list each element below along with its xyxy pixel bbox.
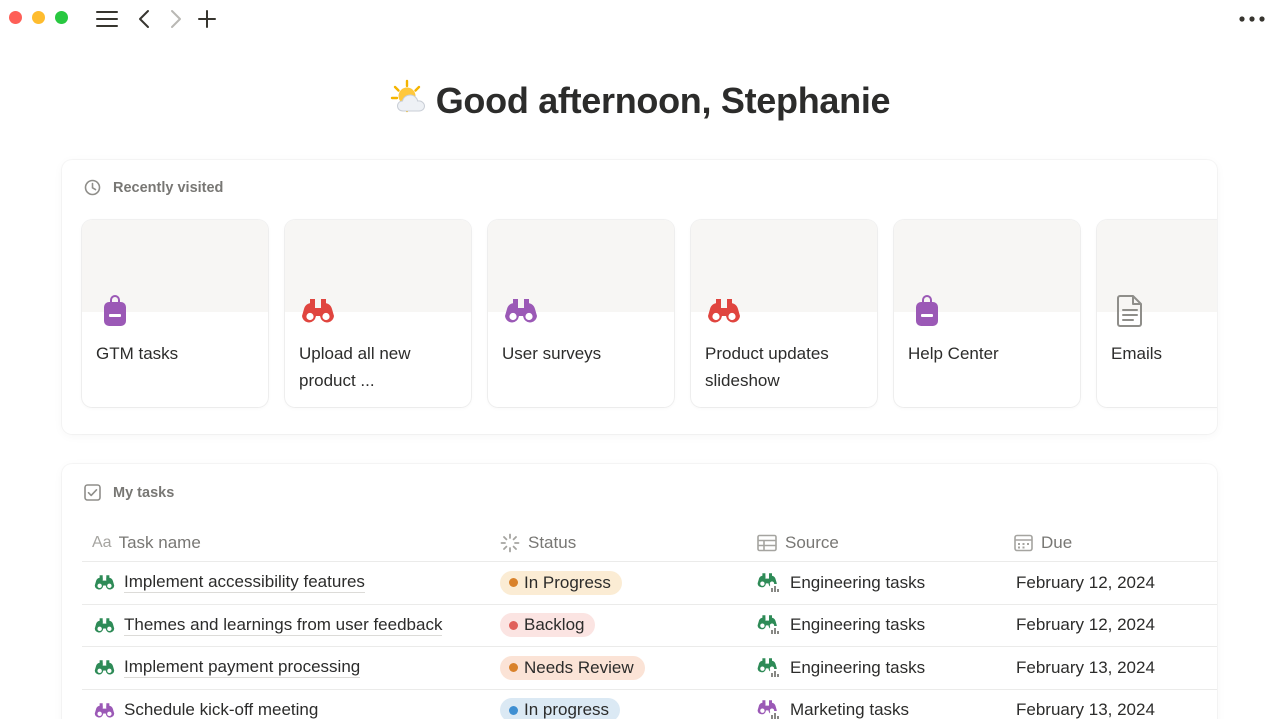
source-link[interactable]: Engineering tasks: [790, 573, 925, 593]
task-name-link[interactable]: Implement accessibility features: [124, 572, 365, 594]
recent-card-product-updates[interactable]: Product updates slideshow: [691, 220, 877, 407]
binoculars-icon: [94, 659, 115, 676]
hamburger-menu-icon[interactable]: [95, 7, 119, 31]
table-row[interactable]: Schedule kick-off meeting In progress Ma…: [82, 690, 1217, 719]
recent-card-gtm-tasks[interactable]: GTM tasks: [82, 220, 268, 407]
table-header: Aa Task name Status Source Due: [82, 524, 1217, 562]
due-date: February 12, 2024: [1016, 572, 1155, 592]
backpack-icon: [98, 294, 132, 328]
source-link[interactable]: Engineering tasks: [790, 615, 925, 635]
binoculars-icon: [757, 657, 781, 679]
recent-card-title: Upload all new product ...: [299, 344, 411, 390]
table-row[interactable]: Themes and learnings from user feedback …: [82, 605, 1217, 647]
binoculars-icon: [94, 617, 115, 634]
checkbox-icon: [84, 484, 101, 501]
status-property-icon: [500, 533, 520, 552]
greeting-text: Good afternoon, Stephanie: [435, 80, 891, 121]
binoculars-icon: [504, 294, 538, 328]
status-badge[interactable]: Backlog: [500, 613, 596, 638]
status-badge[interactable]: In Progress: [500, 570, 622, 595]
recent-card-title: GTM tasks: [96, 344, 179, 363]
recent-card-emails[interactable]: Emails: [1097, 220, 1217, 407]
my-tasks-section: My tasks Aa Task name Status Source Due: [62, 464, 1217, 719]
binoculars-icon: [94, 574, 115, 591]
table-row[interactable]: Implement payment processing Needs Revie…: [82, 647, 1217, 690]
recent-card-upload-product[interactable]: Upload all new product ...: [285, 220, 471, 407]
my-tasks-title: My tasks: [113, 484, 175, 501]
binoculars-icon: [757, 572, 781, 594]
status-badge[interactable]: In progress: [500, 698, 621, 719]
status-dot: [509, 578, 518, 588]
recently-visited-header: Recently visited: [84, 179, 223, 196]
binoculars-icon: [757, 699, 781, 719]
title-bar: [0, 0, 1280, 40]
column-header-source[interactable]: Source: [757, 533, 1014, 553]
backpack-icon: [910, 294, 944, 328]
my-tasks-header: My tasks: [84, 484, 174, 501]
zoom-window-button[interactable]: [55, 11, 68, 24]
status-dot: [509, 620, 518, 630]
due-date: February 13, 2024: [1016, 657, 1155, 677]
recent-card-title: Emails: [1111, 344, 1163, 363]
due-date: February 13, 2024: [1016, 700, 1155, 719]
close-window-button[interactable]: [9, 11, 22, 24]
table-row[interactable]: Implement accessibility features In Prog…: [82, 562, 1217, 605]
recent-card-title: User surveys: [502, 344, 602, 363]
status-dot: [509, 663, 518, 673]
recent-card-user-surveys[interactable]: User surveys: [488, 220, 674, 407]
plus-icon[interactable]: [195, 7, 219, 31]
binoculars-icon: [301, 294, 335, 328]
task-name-link[interactable]: Implement payment processing: [124, 657, 361, 679]
task-name-link[interactable]: Themes and learnings from user feedback: [124, 615, 443, 636]
recent-card-help-center[interactable]: Help Center: [894, 220, 1080, 407]
chevron-right-icon[interactable]: [166, 7, 186, 31]
source-link[interactable]: Engineering tasks: [790, 658, 925, 678]
document-icon: [1113, 294, 1147, 328]
recent-card-title: Help Center: [908, 344, 999, 363]
binoculars-icon: [707, 294, 741, 328]
table-property-icon: [757, 534, 777, 551]
recent-card-title: Product updates slideshow: [705, 344, 829, 390]
text-property-icon: Aa: [92, 533, 112, 551]
binoculars-icon: [757, 614, 781, 637]
sun-behind-cloud-icon: [390, 78, 430, 118]
chevron-left-icon[interactable]: [134, 7, 154, 31]
page-title: Good afternoon, Stephanie: [0, 78, 1280, 122]
due-date: February 12, 2024: [1016, 615, 1155, 635]
status-dot: [509, 705, 518, 715]
task-name-link[interactable]: Schedule kick-off meeting: [124, 700, 318, 719]
column-header-due[interactable]: Due: [1014, 533, 1217, 553]
column-header-status[interactable]: Status: [500, 533, 757, 553]
status-badge[interactable]: Needs Review: [500, 655, 645, 680]
recently-visited-section: Recently visited GTM tasks Upload all ne…: [62, 160, 1217, 434]
clock-icon: [84, 179, 101, 196]
minimize-window-button[interactable]: [32, 11, 45, 24]
source-link[interactable]: Marketing tasks: [790, 700, 909, 719]
calendar-property-icon: [1014, 534, 1033, 551]
recently-visited-title: Recently visited: [113, 179, 224, 196]
column-header-task-name[interactable]: Aa Task name: [82, 533, 500, 553]
tasks-table: Aa Task name Status Source Due Implement…: [82, 524, 1217, 719]
more-horizontal-icon[interactable]: [1238, 7, 1266, 31]
binoculars-icon: [94, 702, 115, 719]
